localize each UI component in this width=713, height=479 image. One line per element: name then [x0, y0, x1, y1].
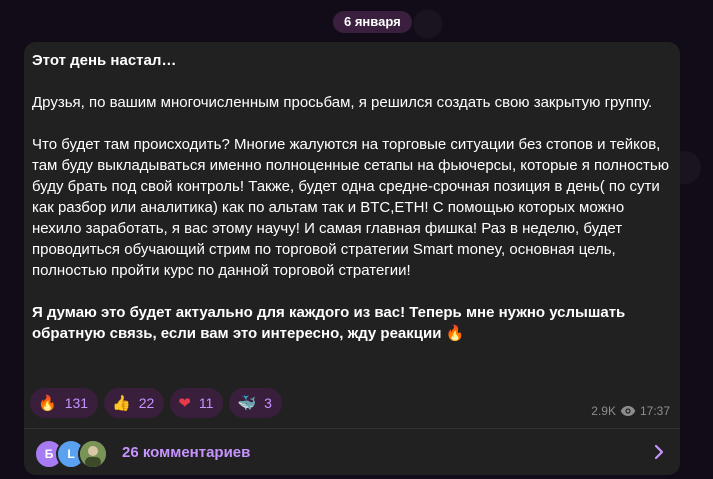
thumbs-up-icon: 👍 — [112, 394, 131, 412]
heart-icon: ❤ — [178, 394, 191, 412]
reaction-heart[interactable]: ❤ 11 — [170, 388, 224, 418]
comments-button[interactable]: Б L 26 комментариев — [24, 429, 680, 475]
whale-icon: 🐳 — [237, 394, 257, 412]
message-title: Этот день настал… — [32, 52, 177, 69]
reaction-count: 11 — [198, 395, 214, 411]
eye-icon — [620, 406, 636, 416]
reaction-count: 131 — [64, 395, 89, 411]
avatar-photo-icon — [80, 441, 106, 467]
message-bubble: Этот день настал… Друзья, по вашим много… — [24, 42, 680, 475]
message-text: Этот день настал… Друзья, по вашим много… — [32, 50, 672, 344]
commenter-avatars: Б L — [34, 436, 114, 469]
reaction-count: 3 — [264, 395, 272, 411]
message-paragraph-3: Я думаю это будет актуально для каждого … — [32, 304, 626, 342]
reaction-fire[interactable]: 🔥 131 — [30, 388, 99, 418]
message-paragraph-2: Что будет там происходить? Многие жалуют… — [32, 136, 669, 279]
reaction-count: 22 — [138, 395, 155, 411]
reaction-whale[interactable]: 🐳 3 — [229, 388, 282, 418]
message-meta: 2.9K 17:37 — [591, 404, 670, 418]
chevron-right-icon — [654, 444, 664, 460]
reactions-bar: 🔥 131 👍 22 ❤ 11 🐳 3 — [30, 388, 282, 418]
views-count: 2.9K — [591, 404, 616, 418]
date-separator: 6 января — [333, 11, 412, 33]
message-time: 17:37 — [639, 404, 670, 418]
message-paragraph-1: Друзья, по вашим многочисленным просьбам… — [32, 94, 653, 111]
comments-label: 26 комментариев — [122, 443, 251, 461]
avatar — [78, 439, 108, 469]
reaction-thumbs-up[interactable]: 👍 22 — [104, 388, 165, 418]
fire-icon: 🔥 — [38, 394, 57, 412]
